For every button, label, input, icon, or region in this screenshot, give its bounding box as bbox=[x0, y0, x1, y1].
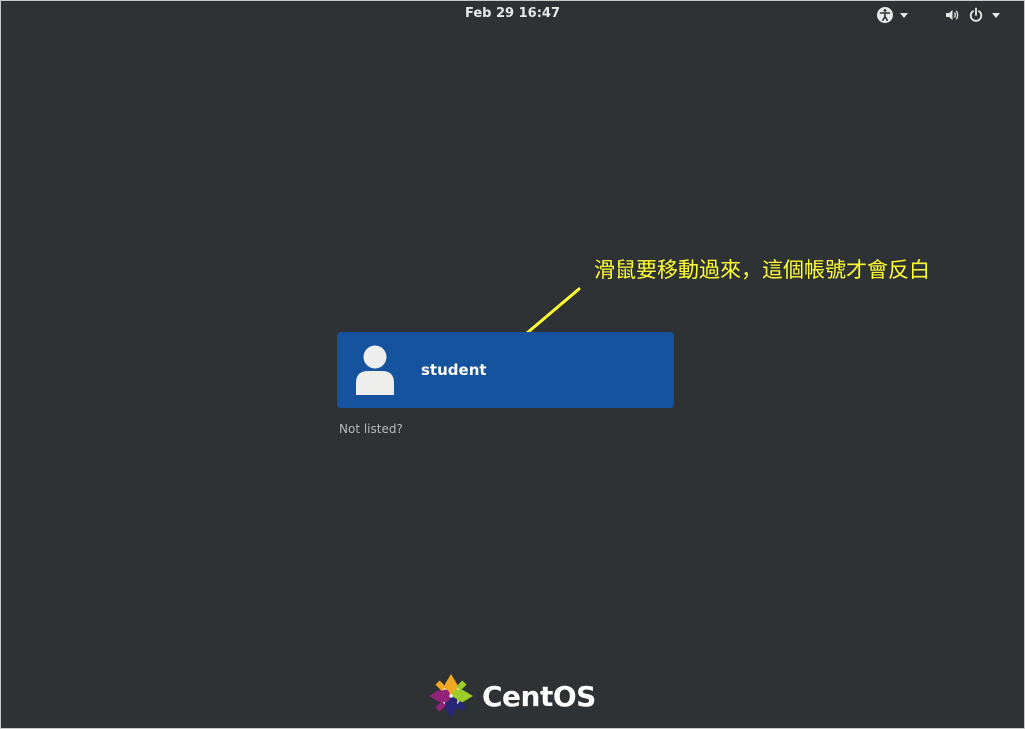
chevron-down-icon bbox=[900, 12, 908, 18]
volume-icon bbox=[946, 10, 959, 20]
user-item-student[interactable]: student bbox=[337, 332, 674, 408]
clock[interactable]: Feb 29 16:47 bbox=[0, 6, 1025, 21]
power-icon bbox=[969, 7, 983, 22]
annotation-text: 滑鼠要移動過來，這個帳號才會反白 bbox=[594, 258, 930, 282]
user-avatar-icon bbox=[356, 345, 394, 395]
distro-branding: CentOS bbox=[428, 673, 596, 719]
centos-logo-icon bbox=[429, 674, 473, 718]
user-name: student bbox=[421, 361, 487, 379]
not-listed-link[interactable]: Not listed? bbox=[339, 422, 403, 436]
system-menu[interactable] bbox=[944, 5, 1000, 25]
distro-name: CentOS bbox=[482, 679, 596, 713]
accessibility-icon bbox=[877, 7, 893, 23]
top-bar: Feb 29 16:47 bbox=[0, 0, 1025, 30]
chevron-down-icon bbox=[992, 12, 1000, 18]
user-list: student Not listed? bbox=[337, 332, 674, 436]
accessibility-menu[interactable] bbox=[876, 5, 908, 25]
